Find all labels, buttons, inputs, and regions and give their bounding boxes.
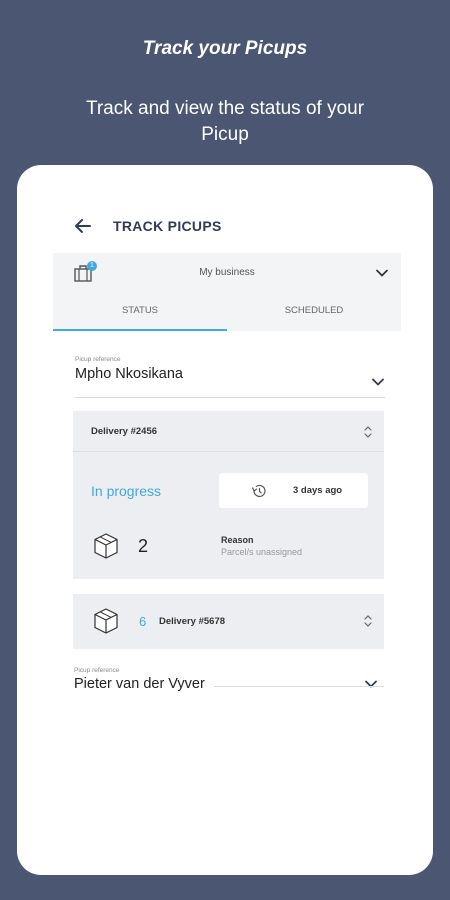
tab-status[interactable]: STATUS (53, 293, 227, 331)
chevron-down-icon[interactable] (364, 677, 378, 691)
delivery-card-collapsed[interactable]: 6 Delivery #5678 (73, 594, 384, 649)
phone-screen: TRACK PICUPS 1 My business STATUS SCHEDU… (17, 165, 433, 875)
divider (214, 686, 384, 687)
reason-label: Reason (221, 535, 254, 545)
divider (75, 397, 385, 398)
tab-bar: STATUS SCHEDULED (53, 293, 401, 331)
chevron-down-icon[interactable] (371, 375, 385, 389)
parcel-box-icon (94, 533, 118, 559)
delivery-title: Delivery #5678 (159, 616, 226, 627)
delivery-card: Delivery #2456 In progress 3 days ago 2 … (73, 411, 384, 579)
reason-text: Parcel/s unassigned (221, 547, 303, 557)
page-title: TRACK PICUPS (113, 218, 222, 234)
field-label: Picup reference (75, 356, 121, 363)
tab-scheduled[interactable]: SCHEDULED (227, 293, 401, 331)
promo-subtitle: Track and view the status of your Picup (85, 98, 365, 145)
picup-name: Mpho Nkosikana (75, 366, 183, 382)
delivery-title: Delivery #2456 (91, 426, 158, 437)
delivery-status: In progress (91, 483, 162, 499)
picup-reference-field[interactable]: Picup reference Mpho Nkosikana (75, 356, 385, 398)
time-badge: 3 days ago (219, 473, 368, 508)
promo-title: Track your Picups (142, 38, 308, 59)
expand-collapse-icon[interactable] (362, 613, 374, 629)
field-label: Picup reference (74, 667, 120, 674)
tab-indicator (53, 329, 227, 331)
chevron-down-icon (376, 269, 388, 277)
time-ago: 3 days ago (293, 485, 343, 496)
business-selector[interactable]: 1 My business (53, 253, 401, 293)
expand-collapse-icon[interactable] (362, 424, 374, 440)
delivery-header[interactable]: Delivery #2456 (73, 411, 384, 452)
arrow-left-icon[interactable] (73, 216, 93, 236)
parcel-box-icon (94, 608, 118, 634)
history-icon (251, 484, 266, 497)
picup-name: Pieter van der Vyver (74, 676, 205, 692)
business-name: My business (199, 267, 255, 278)
app-bar: TRACK PICUPS (17, 210, 433, 242)
picup-reference-field[interactable]: Picup reference Pieter van der Vyver (74, 667, 384, 692)
parcel-count: 2 (138, 536, 149, 556)
parcel-count: 6 (139, 614, 147, 629)
